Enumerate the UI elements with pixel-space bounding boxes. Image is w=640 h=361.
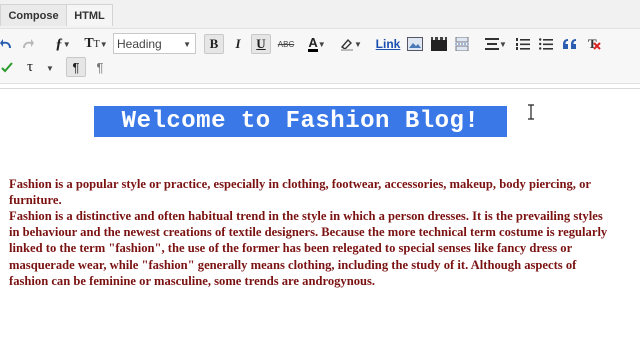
rtl-icon[interactable]: ¶	[92, 58, 108, 76]
chevron-down-icon: ▼	[183, 40, 191, 49]
undo-icon[interactable]	[0, 37, 14, 51]
cursor-icon	[527, 104, 535, 120]
bold-button[interactable]: B	[204, 34, 224, 54]
remove-format-icon[interactable]: T	[586, 34, 602, 52]
quote-icon[interactable]	[562, 35, 578, 53]
bullet-list-icon[interactable]	[538, 35, 554, 53]
font-size-icon[interactable]: T T ▼	[82, 35, 110, 53]
body-paragraph-1[interactable]: Fashion is a popular style or practice, …	[9, 176, 609, 208]
video-icon[interactable]	[430, 35, 448, 53]
mode-tab-bar: Compose HTML	[0, 0, 640, 28]
strikethrough-button[interactable]: ABC	[276, 36, 296, 52]
font-family-icon[interactable]: ƒ ▼	[50, 35, 76, 53]
spellcheck-icon[interactable]	[0, 59, 14, 75]
chevron-down-icon[interactable]: ▼	[44, 62, 56, 74]
body-paragraph-2[interactable]: Fashion is a distinctive and often habit…	[9, 208, 609, 289]
align-icon[interactable]: ▼	[482, 35, 510, 53]
link-button[interactable]: Link	[376, 35, 401, 53]
underline-button[interactable]: U	[251, 34, 271, 54]
text-color-icon[interactable]: A ▼	[304, 34, 330, 54]
editor-toolbar: ƒ ▼ T T ▼ Heading ▼ B I U ABC A ▼ ▼ Link ▼ T	[0, 28, 640, 84]
highlight-icon[interactable]: ▼	[338, 34, 364, 54]
ltr-icon[interactable]: ¶	[66, 57, 86, 77]
input-tools-icon[interactable]: τ	[22, 59, 38, 75]
numbered-list-icon[interactable]	[515, 35, 531, 53]
page-title[interactable]: Welcome to Fashion Blog!	[122, 108, 480, 135]
tab-html[interactable]: HTML	[66, 4, 113, 26]
image-icon[interactable]	[406, 35, 424, 53]
jump-break-icon[interactable]	[453, 35, 471, 53]
redo-icon[interactable]	[20, 37, 34, 51]
heading-select[interactable]: Heading ▼	[113, 33, 196, 54]
italic-button[interactable]: I	[230, 34, 246, 54]
post-title-selection: Welcome to Fashion Blog!	[94, 106, 507, 137]
tab-compose[interactable]: Compose	[0, 4, 67, 26]
